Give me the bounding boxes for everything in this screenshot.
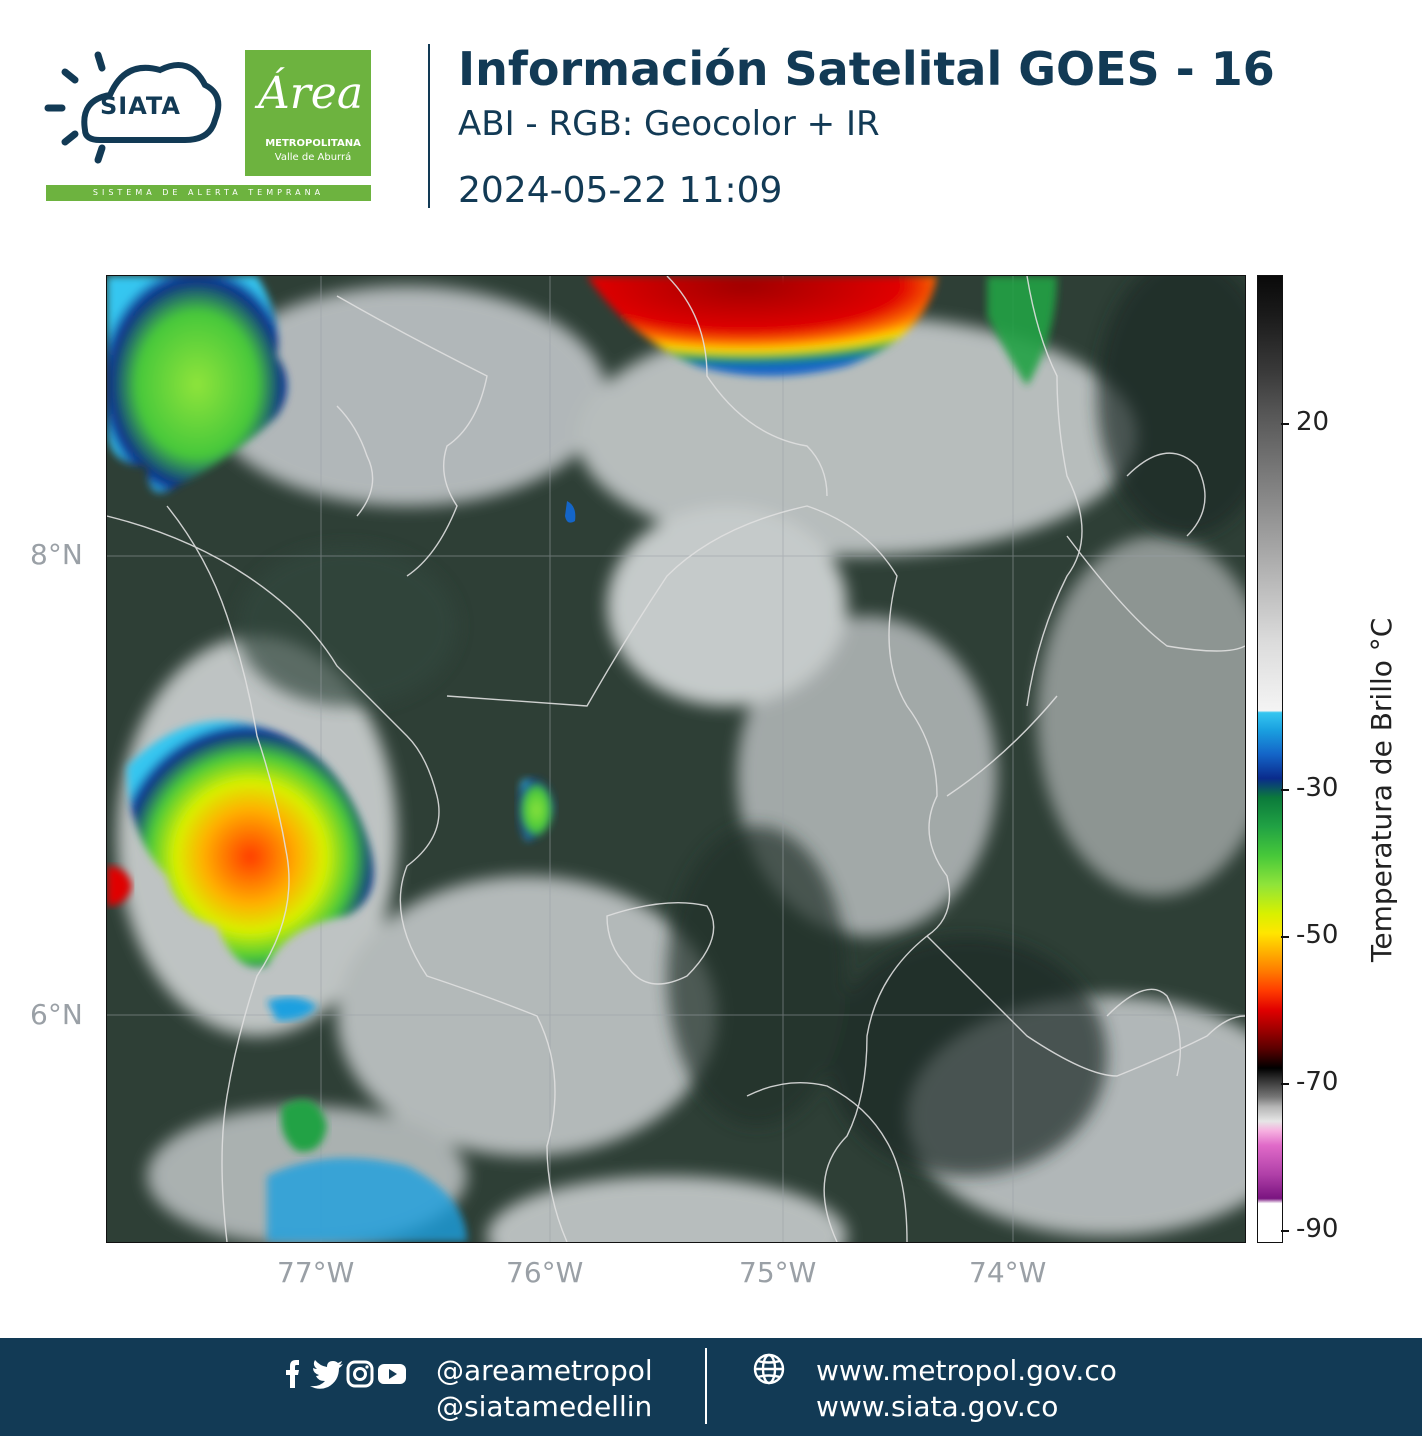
handle-areametropol[interactable]: @areametropol (436, 1354, 653, 1387)
colorbar-tick (1281, 1083, 1289, 1085)
page-subtitle: ABI - RGB: Geocolor + IR (458, 104, 880, 144)
handle-siatamedellin[interactable]: @siatamedellin (436, 1390, 652, 1423)
lon-label-77w: 77°W (277, 1256, 355, 1289)
temperature-colorbar (1257, 275, 1283, 1243)
colorbar-tick (1281, 423, 1289, 425)
colorbar-label-minus70: -70 (1296, 1067, 1339, 1097)
youtube-icon[interactable] (378, 1364, 406, 1384)
lon-label-76w: 76°W (506, 1256, 584, 1289)
facebook-icon[interactable] (286, 1360, 299, 1388)
colorbar-tick (1281, 789, 1289, 791)
timestamp: 2024-05-22 11:09 (458, 170, 783, 211)
link-siata[interactable]: www.siata.gov.co (816, 1390, 1058, 1423)
footer: @areametropol @siatamedellin www.metropo… (0, 1338, 1422, 1436)
siata-logo-text: SIATA (100, 92, 182, 120)
colorbar-label-minus90: -90 (1296, 1214, 1339, 1244)
area-logo-word: Área (258, 68, 364, 119)
colorbar-tick (1281, 936, 1289, 938)
satellite-map (106, 275, 1246, 1243)
link-metropol[interactable]: www.metropol.gov.co (816, 1354, 1117, 1387)
lon-label-74w: 74°W (969, 1256, 1047, 1289)
siata-tagline: SISTEMA DE ALERTA TEMPRANA (46, 185, 371, 201)
colorbar-label-minus30: -30 (1296, 773, 1339, 803)
colorbar-label-minus50: -50 (1296, 920, 1339, 950)
lon-label-75w: 75°W (739, 1256, 817, 1289)
lat-label-6n: 6°N (30, 998, 83, 1031)
header: SIATA Área METROPOLITANA Valle de Aburrá… (0, 0, 1422, 240)
area-logo-line2: Valle de Aburrá (274, 152, 352, 163)
header-divider (428, 44, 430, 208)
colorbar-label-20: 20 (1296, 407, 1330, 437)
area-logo-line1: METROPOLITANA (265, 138, 361, 149)
page-title: Información Satelital GOES - 16 (458, 42, 1275, 96)
footer-divider (705, 1348, 707, 1424)
colorbar-title: Temperatura de Brillo °C (1365, 617, 1398, 962)
twitter-icon[interactable] (310, 1360, 343, 1389)
colorbar-tick (1281, 1230, 1289, 1232)
instagram-icon[interactable] (346, 1360, 374, 1388)
globe-icon (753, 1353, 785, 1385)
lat-label-8n: 8°N (30, 538, 83, 571)
